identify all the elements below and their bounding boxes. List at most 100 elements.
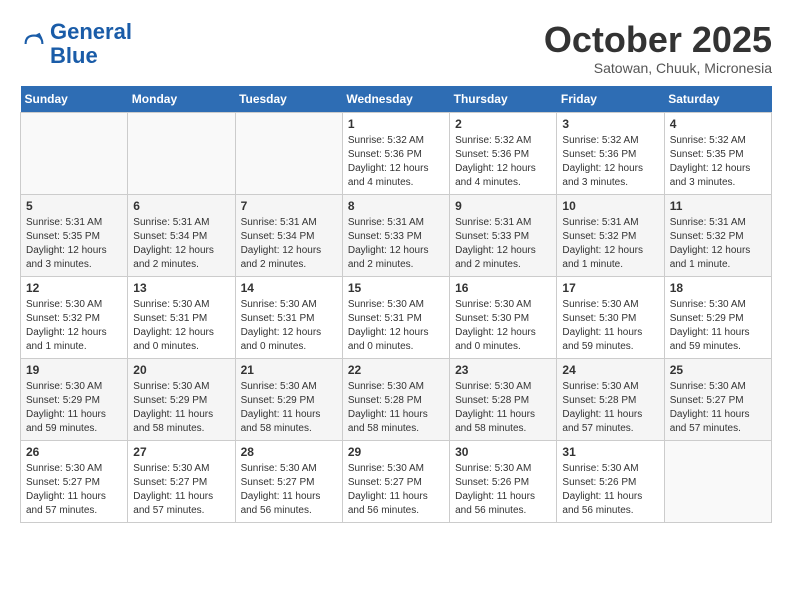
- calendar-week-row: 5 Sunrise: 5:31 AM Sunset: 5:35 PM Daylig…: [21, 194, 772, 276]
- calendar-cell: 15 Sunrise: 5:30 AM Sunset: 5:31 PM Dayli…: [342, 276, 449, 358]
- header-wednesday: Wednesday: [342, 86, 449, 113]
- day-number: 14: [241, 281, 337, 295]
- day-info: Sunrise: 5:31 AM Sunset: 5:34 PM Dayligh…: [241, 216, 337, 272]
- calendar-week-row: 19 Sunrise: 5:30 AM Sunset: 5:29 PM Dayli…: [21, 358, 772, 440]
- calendar-cell: 8 Sunrise: 5:31 AM Sunset: 5:33 PM Daylig…: [342, 194, 449, 276]
- calendar-cell: 22 Sunrise: 5:30 AM Sunset: 5:28 PM Dayli…: [342, 358, 449, 440]
- page-header: General Blue October 2025 Satowan, Chuuk…: [20, 20, 772, 76]
- day-info: Sunrise: 5:30 AM Sunset: 5:29 PM Dayligh…: [26, 380, 122, 436]
- day-number: 22: [348, 363, 444, 377]
- calendar-cell: 4Sunrise: 5:32 AM Sunset: 5:35 PM Daylig…: [664, 112, 771, 194]
- calendar-cell: 6 Sunrise: 5:31 AM Sunset: 5:34 PM Daylig…: [128, 194, 235, 276]
- header-saturday: Saturday: [664, 86, 771, 113]
- day-number: 28: [241, 445, 337, 459]
- day-info: Sunrise: 5:30 AM Sunset: 5:30 PM Dayligh…: [455, 298, 551, 354]
- day-info: Sunrise: 5:32 AM Sunset: 5:36 PM Dayligh…: [348, 134, 444, 190]
- calendar-cell: 3 Sunrise: 5:32 AM Sunset: 5:36 PM Daylig…: [557, 112, 664, 194]
- calendar-cell: 9 Sunrise: 5:31 AM Sunset: 5:33 PM Daylig…: [450, 194, 557, 276]
- calendar-cell: 10 Sunrise: 5:31 AM Sunset: 5:32 PM Dayli…: [557, 194, 664, 276]
- day-info: Sunrise: 5:30 AM Sunset: 5:27 PM Dayligh…: [241, 462, 337, 518]
- day-info: Sunrise: 5:30 AM Sunset: 5:30 PM Dayligh…: [562, 298, 658, 354]
- calendar-cell: 13Sunrise: 5:30 AM Sunset: 5:31 PM Dayli…: [128, 276, 235, 358]
- day-info: Sunrise: 5:30 AM Sunset: 5:26 PM Dayligh…: [455, 462, 551, 518]
- calendar-cell: 27Sunrise: 5:30 AM Sunset: 5:27 PM Dayli…: [128, 440, 235, 522]
- day-number: 25: [670, 363, 766, 377]
- day-info: Sunrise: 5:30 AM Sunset: 5:29 PM Dayligh…: [133, 380, 229, 436]
- calendar-week-row: 12Sunrise: 5:30 AM Sunset: 5:32 PM Dayli…: [21, 276, 772, 358]
- calendar-cell: 19 Sunrise: 5:30 AM Sunset: 5:29 PM Dayli…: [21, 358, 128, 440]
- day-info: Sunrise: 5:30 AM Sunset: 5:31 PM Dayligh…: [348, 298, 444, 354]
- day-number: 24: [562, 363, 658, 377]
- day-info: Sunrise: 5:30 AM Sunset: 5:28 PM Dayligh…: [348, 380, 444, 436]
- day-number: 5: [26, 199, 122, 213]
- calendar-cell: 12Sunrise: 5:30 AM Sunset: 5:32 PM Dayli…: [21, 276, 128, 358]
- header-monday: Monday: [128, 86, 235, 113]
- calendar-cell: 17Sunrise: 5:30 AM Sunset: 5:30 PM Dayli…: [557, 276, 664, 358]
- day-number: 2: [455, 117, 551, 131]
- month-title: October 2025: [544, 20, 772, 60]
- logo-icon: [20, 30, 48, 58]
- logo-line2: Blue: [50, 43, 98, 68]
- calendar-cell: 24 Sunrise: 5:30 AM Sunset: 5:28 PM Dayli…: [557, 358, 664, 440]
- day-info: Sunrise: 5:30 AM Sunset: 5:28 PM Dayligh…: [455, 380, 551, 436]
- day-info: Sunrise: 5:30 AM Sunset: 5:29 PM Dayligh…: [241, 380, 337, 436]
- day-number: 29: [348, 445, 444, 459]
- day-info: Sunrise: 5:30 AM Sunset: 5:27 PM Dayligh…: [670, 380, 766, 436]
- calendar-cell: 16 Sunrise: 5:30 AM Sunset: 5:30 PM Dayli…: [450, 276, 557, 358]
- day-info: Sunrise: 5:31 AM Sunset: 5:33 PM Dayligh…: [348, 216, 444, 272]
- day-number: 3: [562, 117, 658, 131]
- day-number: 10: [562, 199, 658, 213]
- day-info: Sunrise: 5:30 AM Sunset: 5:31 PM Dayligh…: [133, 298, 229, 354]
- location-subtitle: Satowan, Chuuk, Micronesia: [544, 60, 772, 76]
- day-info: Sunrise: 5:31 AM Sunset: 5:33 PM Dayligh…: [455, 216, 551, 272]
- day-number: 6: [133, 199, 229, 213]
- day-info: Sunrise: 5:30 AM Sunset: 5:29 PM Dayligh…: [670, 298, 766, 354]
- calendar-cell: 31Sunrise: 5:30 AM Sunset: 5:26 PM Dayli…: [557, 440, 664, 522]
- day-info: Sunrise: 5:31 AM Sunset: 5:32 PM Dayligh…: [670, 216, 766, 272]
- day-info: Sunrise: 5:31 AM Sunset: 5:32 PM Dayligh…: [562, 216, 658, 272]
- calendar-cell: [21, 112, 128, 194]
- day-info: Sunrise: 5:31 AM Sunset: 5:34 PM Dayligh…: [133, 216, 229, 272]
- day-number: 1: [348, 117, 444, 131]
- day-number: 31: [562, 445, 658, 459]
- logo-text: General Blue: [50, 20, 132, 68]
- logo-line1: General: [50, 19, 132, 44]
- day-info: Sunrise: 5:30 AM Sunset: 5:28 PM Dayligh…: [562, 380, 658, 436]
- day-number: 12: [26, 281, 122, 295]
- calendar-cell: 21Sunrise: 5:30 AM Sunset: 5:29 PM Dayli…: [235, 358, 342, 440]
- day-info: Sunrise: 5:30 AM Sunset: 5:31 PM Dayligh…: [241, 298, 337, 354]
- calendar-cell: 23 Sunrise: 5:30 AM Sunset: 5:28 PM Dayli…: [450, 358, 557, 440]
- calendar-cell: [664, 440, 771, 522]
- day-info: Sunrise: 5:31 AM Sunset: 5:35 PM Dayligh…: [26, 216, 122, 272]
- day-number: 4: [670, 117, 766, 131]
- day-number: 19: [26, 363, 122, 377]
- calendar-cell: [235, 112, 342, 194]
- day-number: 26: [26, 445, 122, 459]
- calendar-cell: [128, 112, 235, 194]
- day-number: 30: [455, 445, 551, 459]
- header-friday: Friday: [557, 86, 664, 113]
- calendar-cell: 2 Sunrise: 5:32 AM Sunset: 5:36 PM Daylig…: [450, 112, 557, 194]
- day-number: 11: [670, 199, 766, 213]
- header-thursday: Thursday: [450, 86, 557, 113]
- day-number: 15: [348, 281, 444, 295]
- day-info: Sunrise: 5:32 AM Sunset: 5:36 PM Dayligh…: [562, 134, 658, 190]
- day-number: 23: [455, 363, 551, 377]
- calendar-cell: 1 Sunrise: 5:32 AM Sunset: 5:36 PM Daylig…: [342, 112, 449, 194]
- day-number: 7: [241, 199, 337, 213]
- day-number: 8: [348, 199, 444, 213]
- day-number: 20: [133, 363, 229, 377]
- day-info: Sunrise: 5:32 AM Sunset: 5:36 PM Dayligh…: [455, 134, 551, 190]
- logo: General Blue: [20, 20, 132, 68]
- title-block: October 2025 Satowan, Chuuk, Micronesia: [544, 20, 772, 76]
- day-info: Sunrise: 5:30 AM Sunset: 5:27 PM Dayligh…: [348, 462, 444, 518]
- day-number: 9: [455, 199, 551, 213]
- calendar-cell: 26Sunrise: 5:30 AM Sunset: 5:27 PM Dayli…: [21, 440, 128, 522]
- calendar-cell: 29 Sunrise: 5:30 AM Sunset: 5:27 PM Dayli…: [342, 440, 449, 522]
- day-number: 16: [455, 281, 551, 295]
- calendar-cell: 25 Sunrise: 5:30 AM Sunset: 5:27 PM Dayli…: [664, 358, 771, 440]
- calendar-cell: 11 Sunrise: 5:31 AM Sunset: 5:32 PM Dayli…: [664, 194, 771, 276]
- header-sunday: Sunday: [21, 86, 128, 113]
- calendar-table: SundayMondayTuesdayWednesdayThursdayFrid…: [20, 86, 772, 523]
- calendar-cell: 28 Sunrise: 5:30 AM Sunset: 5:27 PM Dayli…: [235, 440, 342, 522]
